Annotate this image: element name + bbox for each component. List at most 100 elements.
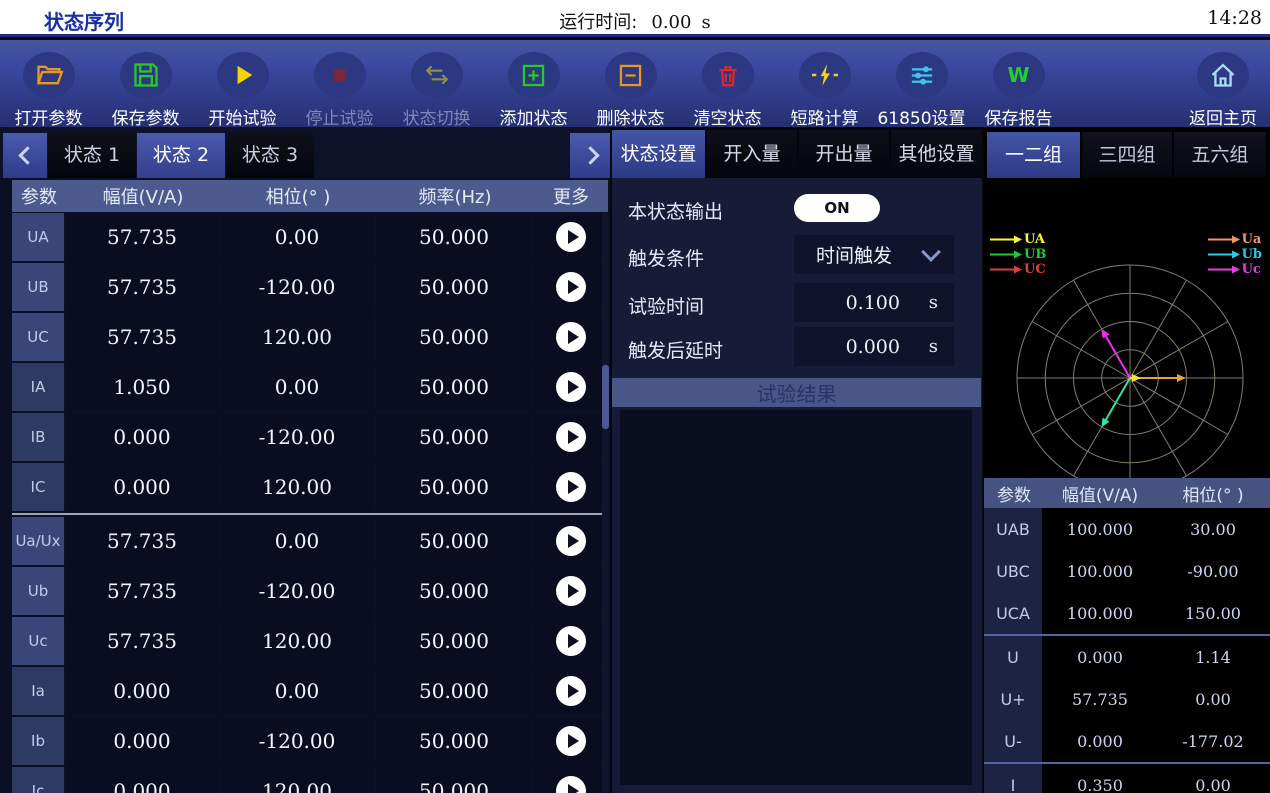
more-cell [534, 667, 608, 715]
tab-state-3[interactable]: 状态 3 [226, 133, 314, 178]
phase-cell: -90.00 [1156, 550, 1270, 592]
tab-state-1[interactable]: 状态 1 [48, 133, 136, 178]
param-label: UAB [984, 508, 1042, 550]
frequency-cell[interactable]: 50.000 [376, 767, 532, 793]
tab-state-settings[interactable]: 状态设置 [612, 130, 705, 178]
frequency-cell[interactable]: 50.000 [376, 617, 532, 665]
phase-cell[interactable]: -120.00 [220, 413, 374, 461]
more-play-button[interactable] [556, 676, 586, 706]
phase-cell[interactable]: -120.00 [220, 263, 374, 311]
start-test-button[interactable]: 开始试验 [194, 40, 291, 129]
amplitude-cell[interactable]: 57.735 [66, 517, 218, 565]
more-play-button[interactable] [556, 472, 586, 502]
phase-cell[interactable]: 0.00 [220, 667, 374, 715]
more-play-button[interactable] [556, 322, 586, 352]
amplitude-cell[interactable]: 0.000 [66, 413, 218, 461]
more-play-button[interactable] [556, 372, 586, 402]
tab-group-12[interactable]: 一二组 [987, 132, 1080, 178]
amplitude-cell[interactable]: 0.000 [66, 463, 218, 511]
clear-states-button[interactable]: 清空状态 [679, 40, 776, 129]
toolbar-label: 停止试验 [306, 104, 374, 129]
test-result-button[interactable]: 试验结果 [612, 378, 981, 407]
phase-cell[interactable]: 120.00 [220, 617, 374, 665]
phase-cell[interactable]: 0.00 [220, 517, 374, 565]
more-play-button[interactable] [556, 726, 586, 756]
tab-digital-output[interactable]: 开出量 [799, 130, 889, 178]
tab-state-2[interactable]: 状态 2 [137, 133, 225, 178]
scrollbar-track[interactable] [602, 213, 609, 793]
short-circuit-calc-button[interactable]: 短路计算 [776, 40, 873, 129]
delete-state-button[interactable]: 删除状态 [582, 40, 679, 129]
trigger-select[interactable]: 时间触发 [794, 235, 954, 274]
play-icon [568, 534, 579, 548]
param-label: UA [12, 213, 64, 261]
scrollbar-thumb[interactable] [602, 365, 609, 429]
phase-cell[interactable]: 120.00 [220, 313, 374, 361]
amplitude-cell[interactable]: 57.735 [66, 567, 218, 615]
phase-cell[interactable]: 0.00 [220, 213, 374, 261]
iec61850-settings-button[interactable]: 61850设置 [873, 40, 970, 129]
frequency-cell[interactable]: 50.000 [376, 313, 532, 361]
frequency-cell[interactable]: 50.000 [376, 363, 532, 411]
post-trigger-delay-input[interactable]: 0.000 s [794, 327, 954, 366]
amplitude-cell[interactable]: 0.000 [66, 767, 218, 793]
amplitude-cell[interactable]: 57.735 [66, 617, 218, 665]
test-time-value: 0.100 [846, 292, 900, 314]
more-play-button[interactable] [556, 272, 586, 302]
frequency-cell[interactable]: 50.000 [376, 667, 532, 715]
phase-cell[interactable]: 120.00 [220, 463, 374, 511]
frequency-cell[interactable]: 50.000 [376, 717, 532, 765]
more-play-button[interactable] [556, 626, 586, 656]
toolbar-label: 61850设置 [877, 104, 965, 129]
toolbar-label: 短路计算 [791, 104, 859, 129]
frequency-cell[interactable]: 50.000 [376, 567, 532, 615]
phasor-svg [984, 178, 1270, 478]
tab-group-56[interactable]: 五六组 [1174, 132, 1266, 178]
phase-cell[interactable]: -120.00 [220, 567, 374, 615]
legend-entry: Ub [1208, 247, 1262, 261]
frequency-cell[interactable]: 50.000 [376, 413, 532, 461]
runtime-value: 0.00 [651, 12, 691, 33]
legend-voltage-group2: UaUbUc [1208, 232, 1262, 276]
more-play-button[interactable] [556, 526, 586, 556]
output-toggle[interactable]: ON [794, 194, 880, 222]
tab-digital-input[interactable]: 开入量 [707, 130, 797, 178]
toolbar-label: 添加状态 [500, 104, 568, 129]
open-params-button[interactable]: 打开参数 [0, 40, 97, 129]
stop-test-button: 停止试验 [291, 40, 388, 129]
test-time-input[interactable]: 0.100 s [794, 283, 954, 322]
phase-cell[interactable]: 0.00 [220, 363, 374, 411]
frequency-cell[interactable]: 50.000 [376, 213, 532, 261]
amplitude-cell[interactable]: 1.050 [66, 363, 218, 411]
phase-cell[interactable]: 120.00 [220, 767, 374, 793]
add-state-button[interactable]: 添加状态 [485, 40, 582, 129]
amplitude-cell[interactable]: 57.735 [66, 263, 218, 311]
param-label: UBC [984, 550, 1042, 592]
legend-arrow-icon [1208, 265, 1240, 274]
output-label: 本状态输出 [628, 197, 723, 224]
play-icon [568, 380, 579, 394]
next-state-button[interactable] [570, 133, 610, 178]
more-play-button[interactable] [556, 422, 586, 452]
more-play-button[interactable] [556, 576, 586, 606]
tab-group-34[interactable]: 三四组 [1082, 132, 1172, 178]
amplitude-cell[interactable]: 57.735 [66, 313, 218, 361]
more-play-button[interactable] [556, 222, 586, 252]
col-header-more: 更多 [534, 183, 608, 209]
play-icon [568, 230, 579, 244]
frequency-cell[interactable]: 50.000 [376, 263, 532, 311]
frequency-cell[interactable]: 50.000 [376, 463, 532, 511]
frequency-cell[interactable]: 50.000 [376, 517, 532, 565]
amplitude-cell[interactable]: 0.000 [66, 667, 218, 715]
add-square-icon [508, 52, 560, 98]
more-play-button[interactable] [556, 776, 586, 793]
tab-other-settings[interactable]: 其他设置 [891, 130, 982, 178]
save-params-button[interactable]: 保存参数 [97, 40, 194, 129]
return-home-button[interactable]: 返回主页 [1176, 40, 1270, 129]
phase-cell[interactable]: -120.00 [220, 717, 374, 765]
prev-state-button[interactable] [3, 133, 47, 178]
table-row: IA1.0500.0050.000 [12, 363, 608, 411]
save-report-button[interactable]: W 保存报告 [970, 40, 1067, 129]
amplitude-cell[interactable]: 57.735 [66, 213, 218, 261]
amplitude-cell[interactable]: 0.000 [66, 717, 218, 765]
